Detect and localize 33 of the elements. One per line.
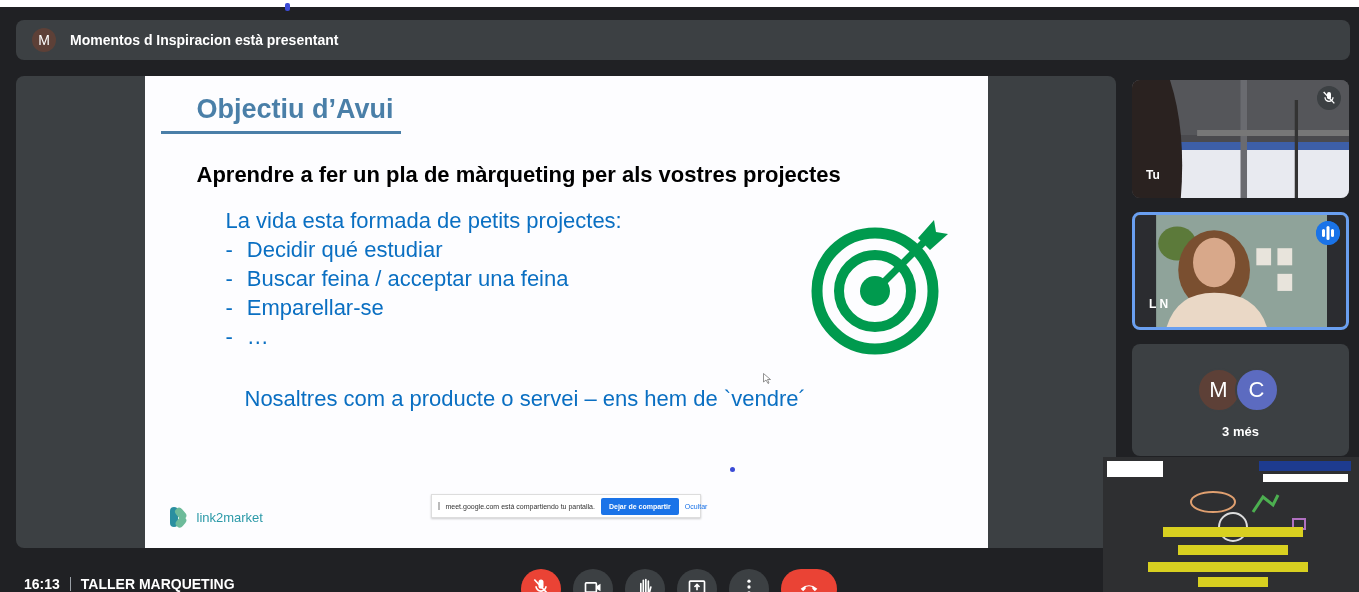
participant-tile[interactable]: L N: [1132, 212, 1349, 330]
avatar: C: [1234, 368, 1279, 412]
participant-name: L N: [1149, 297, 1169, 311]
cursor-icon: [762, 373, 771, 384]
bullet-dash: -: [225, 324, 233, 350]
meeting-time: 16:13: [24, 576, 60, 592]
more-icon: [747, 579, 751, 592]
bullet-dash: -: [225, 295, 233, 321]
logo-text: link2market: [196, 509, 263, 525]
hand-icon: [640, 578, 652, 592]
bullet-text: Decidir qué estudiar: [246, 237, 443, 263]
bullet-text: Emparellar-se: [246, 295, 384, 321]
pointer-dot: [729, 467, 735, 472]
present-icon: [688, 580, 706, 592]
mic-off-icon: [533, 578, 549, 592]
bullet-text: Buscar feina / acceptar una feina: [246, 266, 569, 292]
bullet-dash: -: [225, 266, 233, 292]
avatar: M: [32, 28, 56, 52]
slide-heading: Aprendre a fer un pla de màrqueting per als vostres projectes: [196, 162, 842, 188]
camera-icon: [584, 582, 601, 592]
bullet-dash: -: [225, 237, 233, 263]
more-participants-card[interactable]: M C 3 més: [1132, 344, 1349, 456]
participant-tile[interactable]: Tu: [1132, 80, 1349, 198]
slide-title: Objectiu d’Avui: [196, 94, 395, 125]
participant-name: Tu: [1146, 168, 1160, 182]
slide-text: La vida esta formada de petits projectes:: [225, 208, 623, 234]
bullet-text: …: [246, 324, 269, 350]
drag-handle-icon[interactable]: [437, 502, 440, 510]
hang-up-icon: [800, 585, 818, 592]
meeting-title: TALLER MARQUETING: [80, 576, 235, 592]
more-count: 3 més: [1222, 424, 1259, 439]
slide-text: Nosaltres com a producte o servei – ens hem de `vendre´: [244, 386, 807, 412]
presenter-text: Momentos d Inspiracion està presentant: [70, 32, 339, 48]
